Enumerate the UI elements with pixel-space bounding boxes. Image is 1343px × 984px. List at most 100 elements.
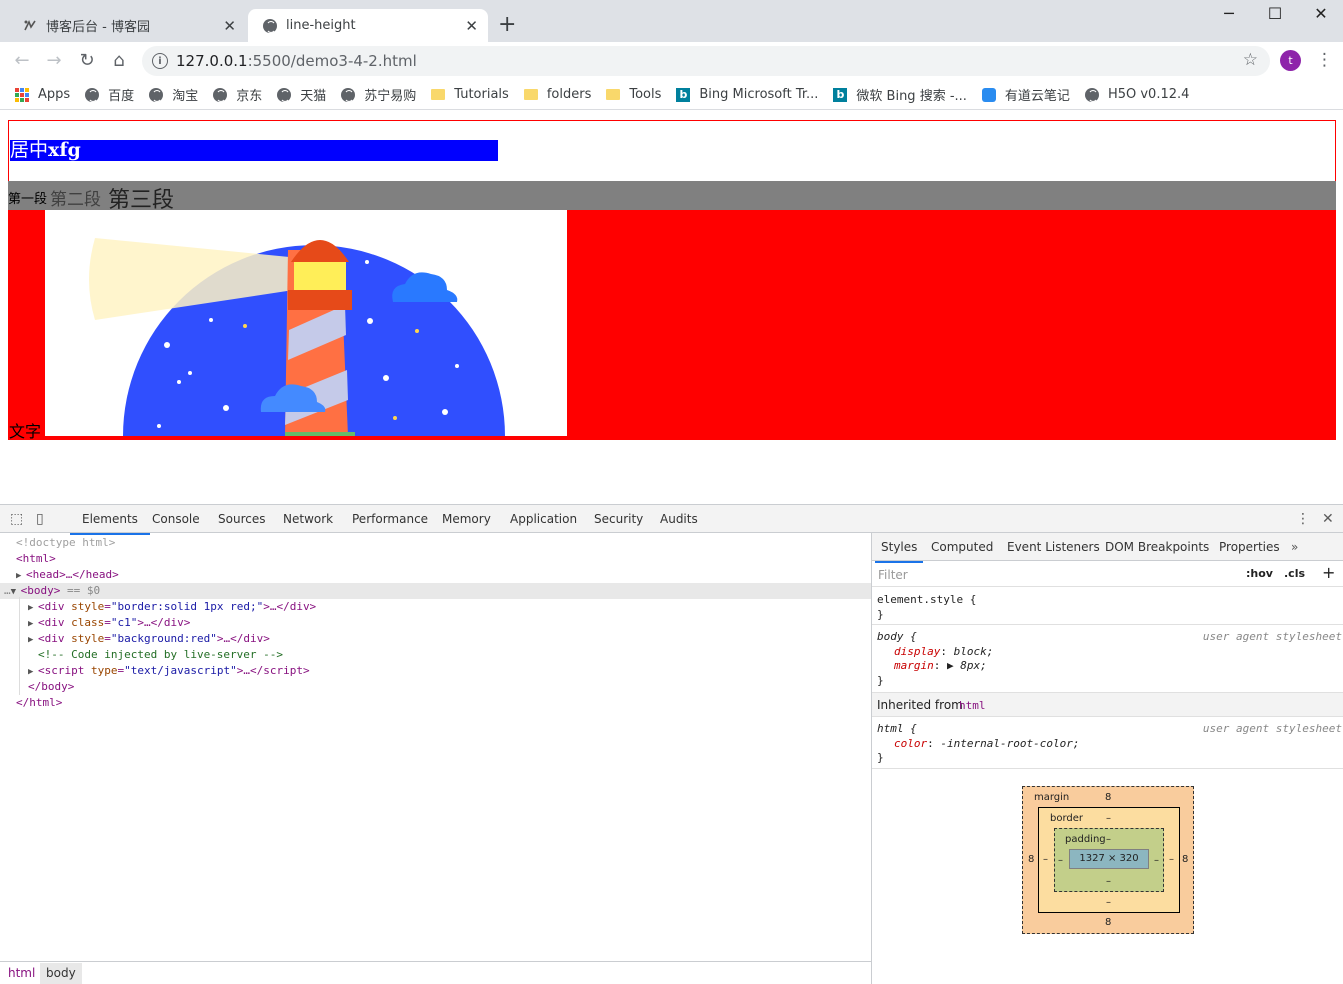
info-icon[interactable]: i (152, 53, 168, 69)
expand-triangle-icon[interactable]: ▶ (16, 568, 26, 584)
close-tab-icon[interactable]: ✕ (465, 17, 478, 35)
tab-properties[interactable]: Properties (1219, 540, 1280, 554)
attr-name: class (71, 616, 105, 629)
elements-tree: <!doctype html> <html> ▶ <head>…</head> …… (0, 533, 871, 961)
expand-triangle-icon[interactable]: ▶ (28, 664, 38, 680)
html-close-tag: </html> (16, 696, 63, 709)
tab-network[interactable]: Network (283, 512, 333, 526)
close-tab-icon[interactable]: ✕ (223, 17, 236, 35)
dom-line-div-border[interactable]: ▶ <div style="border:solid 1px red;">…</d… (0, 599, 871, 615)
bookmark-tmall[interactable]: 天猫 (276, 85, 326, 104)
box-model-content[interactable]: 1327 × 320 (1069, 849, 1149, 869)
inspect-element-icon[interactable]: ⬚ (10, 511, 23, 527)
maximize-button[interactable]: ☐ (1252, 4, 1298, 23)
bookmark-youdao[interactable]: 有道云笔记 (981, 85, 1070, 104)
dom-line-div-red[interactable]: ▶ <div style="background:red">…</div> (0, 631, 871, 647)
breadcrumb-body[interactable]: body (40, 963, 82, 984)
devtools-menu-icon[interactable]: ⋮ (1296, 511, 1310, 527)
box-model-padding[interactable]: padding – – – – 1327 × 320 (1054, 828, 1164, 892)
globe-icon (84, 87, 100, 103)
forward-arrow-icon[interactable]: → (42, 50, 66, 71)
youdao-icon (981, 87, 997, 103)
bookmark-star-icon[interactable]: ☆ (1243, 50, 1258, 70)
tab-application[interactable]: Application (510, 512, 577, 526)
box-model-border[interactable]: border – – – – padding – – – – 1327 × 32… (1038, 807, 1180, 913)
box-model-margin[interactable]: margin 8 8 8 8 border – – – – padding – … (1022, 786, 1194, 934)
tag-name: div (44, 632, 65, 645)
cls-toggle[interactable]: .cls (1284, 567, 1305, 580)
bookmark-apps[interactable]: Apps (14, 87, 70, 103)
hov-toggle[interactable]: :hov (1246, 567, 1273, 580)
dom-line-script[interactable]: ▶ <script type="text/javascript">…</scrip… (0, 663, 871, 679)
centered-blue-box: 居中xfg (10, 140, 498, 161)
browser-menu-icon[interactable]: ⋮ (1316, 50, 1333, 70)
center-text-en: xfg (48, 139, 81, 161)
home-icon[interactable]: ⌂ (107, 50, 131, 71)
dom-line-head[interactable]: ▶ <head>…</head> (0, 567, 871, 583)
tab-memory[interactable]: Memory (442, 512, 491, 526)
tab-performance[interactable]: Performance (352, 512, 428, 526)
dom-line-body-close[interactable]: </body> (0, 679, 871, 695)
head-tag: <head>…</head> (26, 568, 119, 581)
add-rule-icon[interactable]: + (1322, 563, 1335, 582)
tab-cnblogs[interactable]: 博客后台 - 博客园 ✕ (8, 9, 246, 42)
device-toolbar-icon[interactable]: ▯ (36, 511, 44, 527)
folder-icon (523, 87, 539, 103)
tab-line-height[interactable]: line-height ✕ (248, 9, 488, 42)
dom-line-html-close[interactable]: </html> (0, 695, 871, 711)
minimize-button[interactable]: ─ (1206, 4, 1252, 23)
breadcrumb-html[interactable]: html (8, 966, 35, 980)
address-bar[interactable]: i 127.0.0.1:5500/demo3-4-2.html ☆ (142, 46, 1270, 76)
expand-triangle-icon[interactable]: ▶ (28, 600, 38, 616)
new-tab-button[interactable]: + (498, 12, 516, 37)
tab-console[interactable]: Console (152, 512, 200, 526)
tab-elements[interactable]: Elements (70, 512, 150, 535)
tab-event-listeners[interactable]: Event Listeners (1007, 540, 1100, 554)
bookmark-label: Tutorials (454, 87, 509, 102)
dom-line-comment[interactable]: <!-- Code injected by live-server --> (0, 647, 871, 663)
border-bottom-value: – (1106, 897, 1111, 908)
filter-input[interactable]: Filter (878, 568, 908, 582)
bookmark-suning[interactable]: 苏宁易购 (340, 85, 416, 104)
bookmark-h5o[interactable]: H5O v0.12.4 (1084, 87, 1189, 103)
expand-triangle-icon[interactable]: ▶ (28, 632, 38, 648)
property-display[interactable]: display: block; (894, 645, 993, 658)
bookmark-baidu[interactable]: 百度 (84, 85, 134, 104)
element-style-selector[interactable]: element.style { (877, 593, 976, 606)
dom-line-doctype[interactable]: <!doctype html> (0, 535, 871, 551)
close-window-button[interactable]: ✕ (1298, 4, 1343, 23)
bookmark-folders[interactable]: folders (523, 87, 591, 103)
property-margin[interactable]: margin: ▶ 8px; (894, 659, 987, 672)
tab-security[interactable]: Security (594, 512, 643, 526)
tab-computed[interactable]: Computed (931, 540, 993, 554)
inherited-node-link[interactable]: html (959, 699, 986, 712)
close-devtools-icon[interactable]: ✕ (1322, 511, 1334, 527)
tab-sources[interactable]: Sources (218, 512, 265, 526)
bookmark-taobao[interactable]: 淘宝 (148, 85, 198, 104)
dom-line-body[interactable]: …▼ <body> == $0 (0, 583, 871, 599)
center-text-cn: 居中 (10, 139, 49, 161)
bookmark-tools[interactable]: Tools (605, 87, 661, 103)
dom-line-div-c1[interactable]: ▶ <div class="c1">…</div> (0, 615, 871, 631)
more-tabs-icon[interactable]: » (1291, 540, 1298, 554)
body-selector[interactable]: body { (877, 630, 917, 643)
tab-audits[interactable]: Audits (660, 512, 698, 526)
expand-triangle-icon[interactable]: ▶ (28, 616, 38, 632)
tab-styles[interactable]: Styles (874, 540, 924, 563)
tab-strip: 博客后台 - 博客园 ✕ line-height ✕ + ─ ☐ ✕ (0, 0, 1343, 42)
dom-line-html[interactable]: <html> (0, 551, 871, 567)
bookmark-bing-translator[interactable]: b Bing Microsoft Tr... (675, 87, 818, 103)
breadcrumb: html body (0, 961, 871, 984)
bookmark-jd[interactable]: 京东 (212, 85, 262, 104)
bookmark-tutorials[interactable]: Tutorials (430, 87, 509, 103)
profile-avatar[interactable]: t (1280, 50, 1301, 71)
html-selector[interactable]: html { (877, 722, 917, 735)
back-arrow-icon[interactable]: ← (10, 50, 34, 71)
globe-icon (276, 87, 292, 103)
property-color[interactable]: color: -internal-root-color; (894, 737, 1079, 750)
reload-icon[interactable]: ↻ (75, 50, 99, 71)
tag-name: div (44, 616, 65, 629)
bookmark-bing-search[interactable]: b 微软 Bing 搜索 -... (832, 85, 967, 104)
bookmark-label: H5O v0.12.4 (1107, 87, 1190, 102)
tab-dom-breakpoints[interactable]: DOM Breakpoints (1105, 540, 1209, 554)
